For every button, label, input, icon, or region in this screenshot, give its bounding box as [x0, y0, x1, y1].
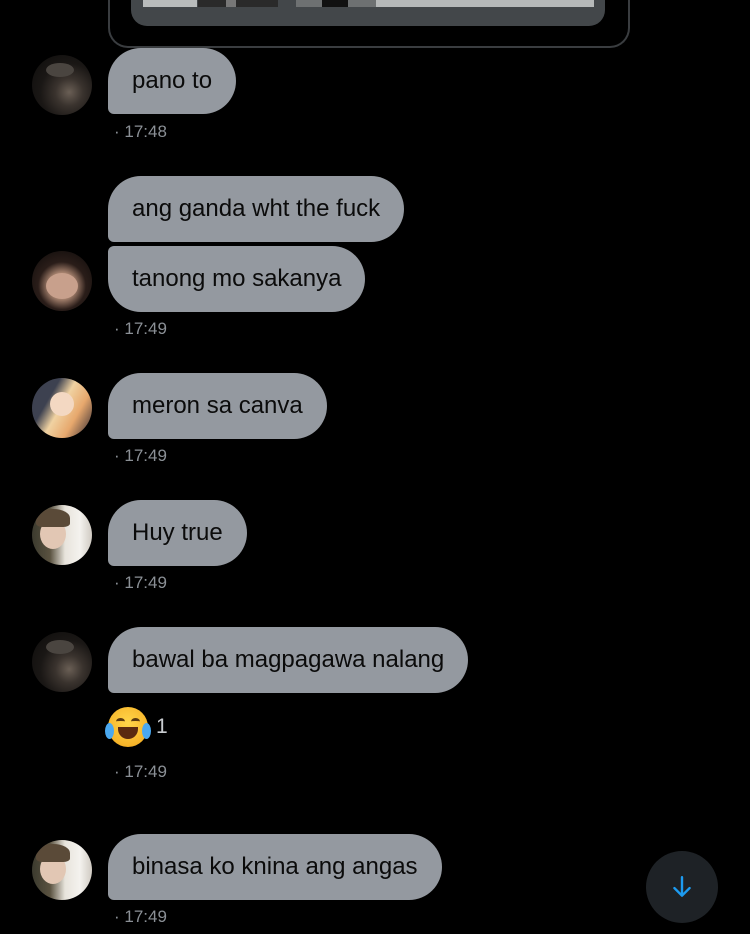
scroll-to-bottom-button[interactable] [646, 851, 718, 923]
message-timestamp: · 17:49 [114, 907, 167, 926]
avatar[interactable] [32, 505, 92, 565]
message-timestamp: · 17:49 [114, 762, 167, 781]
avatar[interactable] [32, 378, 92, 438]
avatar[interactable] [32, 840, 92, 900]
arrow-down-icon [673, 876, 691, 897]
message-bubble[interactable]: Huy true [108, 500, 247, 566]
media-thumbnail [198, 0, 278, 7]
media-thumbnail [296, 0, 376, 7]
avatar[interactable] [32, 632, 92, 692]
message-bubble[interactable]: pano to [108, 48, 237, 114]
avatar[interactable] [32, 55, 92, 115]
face-with-tears-of-joy-icon [105, 707, 151, 747]
message-reaction[interactable]: 1 [105, 706, 168, 748]
message-bubble[interactable]: binasa ko knina ang angas [108, 834, 442, 900]
message-timestamp: · 17:48 [114, 122, 167, 141]
media-thumbnail [143, 0, 197, 7]
message-timestamp: · 17:49 [114, 319, 167, 338]
media-preview[interactable] [131, 0, 605, 26]
message-bubble[interactable]: bawal ba magpagawa nalang [108, 627, 469, 693]
message-bubble[interactable]: meron sa canva [108, 373, 327, 439]
message-bubble[interactable]: tanong mo sakanya [108, 246, 366, 312]
media-thumbnail [376, 0, 594, 7]
message-bubble[interactable]: ang ganda wht the fuck [108, 176, 405, 242]
avatar[interactable] [32, 251, 92, 311]
message-timestamp: · 17:49 [114, 573, 167, 592]
message-timestamp: · 17:49 [114, 446, 167, 465]
reaction-count: 1 [156, 715, 168, 738]
